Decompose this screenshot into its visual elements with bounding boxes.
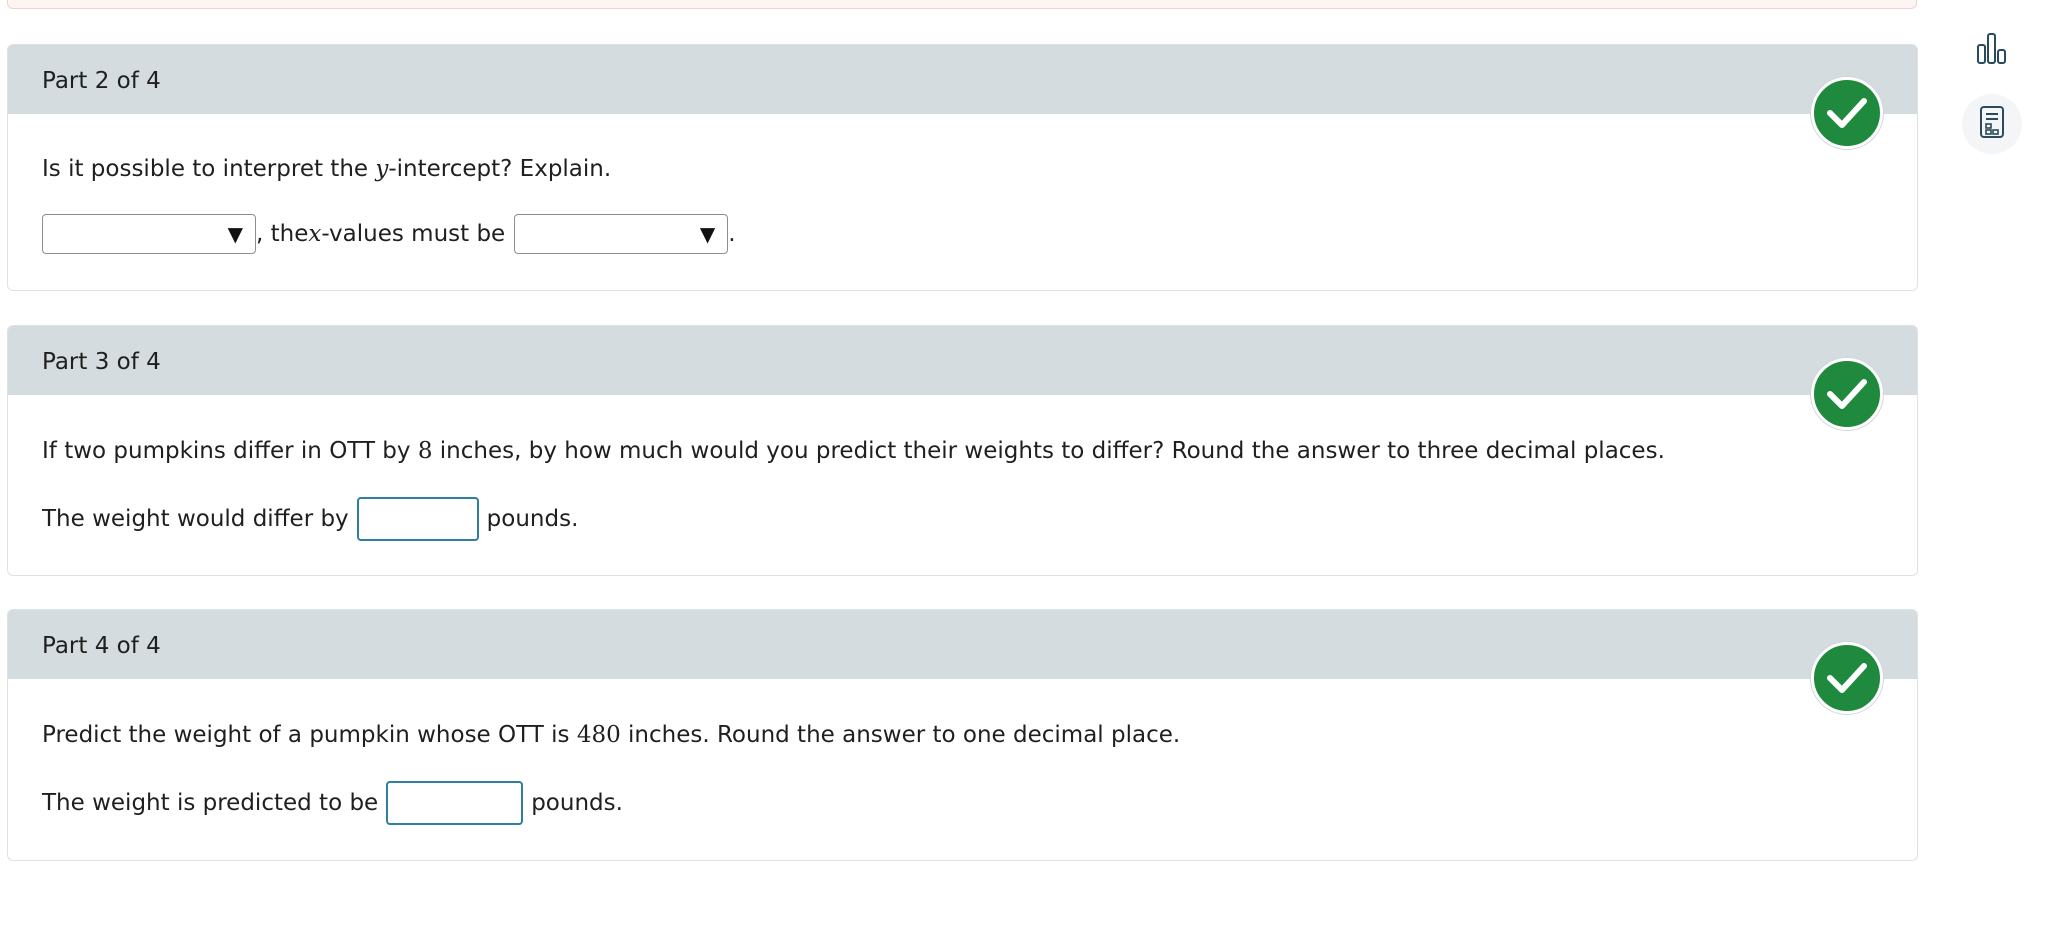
question-text: Is it possible to interpret the (42, 156, 376, 182)
weight-difference-input[interactable] (356, 497, 479, 541)
part-3-title: Part 3 of 4 (42, 349, 161, 375)
part-3-question: If two pumpkins differ in OTT by 8 inche… (42, 436, 1665, 466)
part-4-question: Predict the weight of a pumpkin whose OT… (42, 720, 1180, 750)
calculator-button[interactable] (1962, 94, 2022, 154)
part-2-complete-check-icon (1811, 77, 1883, 149)
question-text: inches. Round the answer to one decimal … (620, 722, 1181, 748)
page: Part 2 of 4 Is it possible to interpret … (0, 0, 2055, 930)
part-4-title: Part 4 of 4 (42, 633, 161, 659)
part-2-answer-line: ▼ , the x -values must be ▼ . (42, 214, 736, 254)
dropdown-caret-icon: ▼ (699, 222, 716, 246)
data-chart-button[interactable] (1962, 20, 2022, 80)
math-var-x: x (308, 221, 322, 247)
part-2-card: Part 2 of 4 Is it possible to interpret … (7, 44, 1918, 291)
x-values-dropdown[interactable]: ▼ (514, 214, 729, 254)
part-4-card: Part 4 of 4 Predict the weight of a pump… (7, 609, 1918, 861)
question-text: Predict the weight of a pumpkin whose OT… (42, 722, 577, 748)
previous-part-card-edge (7, 0, 1917, 9)
question-text: -intercept? Explain. (388, 156, 612, 182)
part-4-answer-line: The weight is predicted to be pounds. (42, 781, 623, 825)
dropdown-caret-icon: ▼ (227, 222, 243, 246)
part-3-complete-check-icon (1811, 358, 1883, 430)
interpretation-dropdown[interactable]: ▼ (42, 214, 256, 254)
answer-prefix: The weight is predicted to be (42, 790, 379, 816)
part-2-question: Is it possible to interpret the y-interc… (42, 154, 611, 184)
part-3-answer-line: The weight would differ by pounds. (42, 497, 578, 541)
math-var-y: y (375, 156, 389, 182)
answer-text: -values must be (321, 221, 506, 247)
part-4-header: Part 4 of 4 (8, 610, 1917, 679)
predicted-weight-input[interactable] (386, 781, 524, 825)
bar-chart-icon (1975, 31, 2009, 69)
question-text: inches, by how much would you predict th… (432, 438, 1665, 464)
answer-text: , the (256, 221, 309, 247)
part-3-header: Part 3 of 4 (8, 326, 1917, 395)
answer-suffix: pounds. (531, 790, 623, 816)
part-4-complete-check-icon (1811, 642, 1883, 714)
answer-prefix: The weight would differ by (42, 506, 349, 532)
part-3-card: Part 3 of 4 If two pumpkins differ in OT… (7, 325, 1918, 576)
math-number: 480 (576, 722, 621, 748)
calculator-icon (1978, 105, 2006, 143)
part-2-title: Part 2 of 4 (42, 68, 161, 94)
question-text: If two pumpkins differ in OTT by (42, 438, 418, 464)
math-number: 8 (417, 438, 433, 464)
answer-suffix: pounds. (486, 506, 579, 532)
answer-text: . (728, 221, 736, 247)
part-2-header: Part 2 of 4 (8, 45, 1917, 114)
